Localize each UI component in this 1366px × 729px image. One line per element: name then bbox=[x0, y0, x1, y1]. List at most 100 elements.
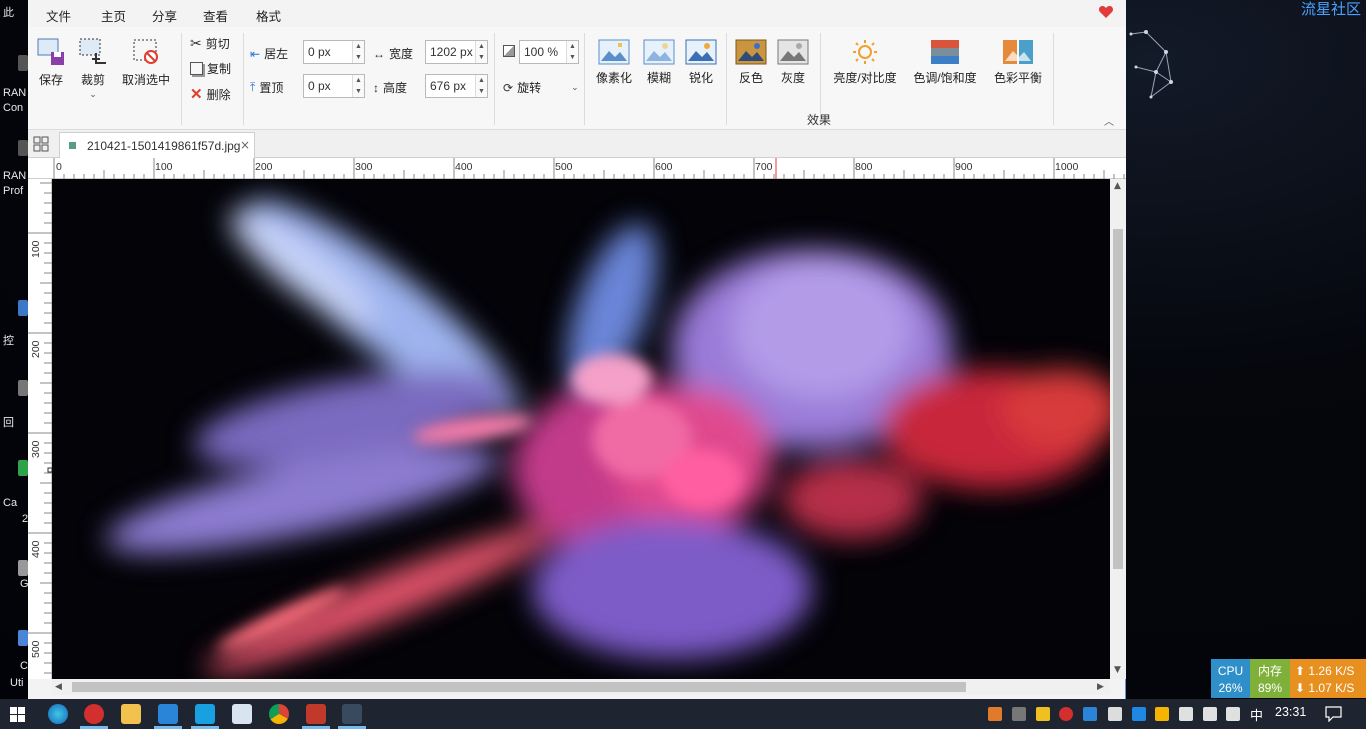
memory-meter: 内存 89% bbox=[1250, 659, 1290, 698]
scroll-down-icon[interactable]: ▼ bbox=[1114, 665, 1121, 675]
spin-arrows[interactable]: ▲ ▼ bbox=[352, 75, 364, 97]
desktop-app-icon[interactable] bbox=[18, 630, 28, 646]
desktop-label[interactable]: Prof bbox=[3, 185, 23, 197]
system-clock[interactable]: 23:31 bbox=[1275, 705, 1306, 719]
desktop-label[interactable]: C bbox=[20, 660, 28, 672]
brightness-contrast-button[interactable]: 亮度/对比度 bbox=[830, 39, 900, 86]
copy-label: 复制 bbox=[207, 62, 232, 76]
control-panel-icon[interactable] bbox=[18, 300, 28, 316]
security-shield-icon[interactable] bbox=[1155, 707, 1169, 721]
vertical-scrollbar[interactable]: ▲ ▼ bbox=[1110, 179, 1126, 679]
height-input[interactable]: 676 px ▲ ▼ bbox=[425, 74, 488, 98]
image-editor-taskbar-icon[interactable] bbox=[342, 704, 362, 724]
copy-button[interactable]: 复制 bbox=[190, 60, 231, 77]
notification-icon[interactable] bbox=[1325, 706, 1342, 722]
desktop-label[interactable]: 控 bbox=[3, 332, 14, 348]
scroll-thumb[interactable] bbox=[72, 682, 966, 692]
document-tab[interactable]: 210421-1501419861f57d.jpg × bbox=[59, 132, 255, 158]
tray-app-icon[interactable] bbox=[1083, 707, 1097, 721]
save-icon bbox=[37, 38, 64, 65]
scroll-right-icon[interactable]: ▶ bbox=[1097, 682, 1104, 692]
sun-icon bbox=[853, 40, 877, 64]
chevron-down-icon[interactable]: ⌄ bbox=[571, 82, 579, 93]
zoom-input[interactable]: 100 % ▲ ▼ bbox=[519, 40, 579, 64]
desktop-label[interactable]: Uti bbox=[10, 677, 23, 689]
notepad-icon[interactable] bbox=[232, 704, 252, 724]
tray-app-icon[interactable] bbox=[1132, 707, 1146, 721]
grayscale-button[interactable]: 灰度 bbox=[776, 39, 810, 86]
tray-app-icon[interactable] bbox=[1012, 707, 1026, 721]
qq-tray-icon[interactable] bbox=[1036, 707, 1050, 721]
netease-music-icon[interactable] bbox=[84, 704, 104, 724]
horizontal-scrollbar[interactable]: ◀ ▶ bbox=[52, 679, 1110, 695]
windows-start-icon[interactable] bbox=[10, 707, 25, 722]
hue-saturation-button[interactable]: 色调/饱和度 bbox=[910, 39, 980, 86]
cut-button[interactable]: ✂ 剪切 bbox=[190, 35, 230, 52]
volume-icon[interactable] bbox=[1226, 707, 1240, 721]
tab-view[interactable]: 查看 bbox=[203, 6, 228, 25]
desktop-label[interactable]: 回 bbox=[3, 414, 14, 430]
input-method-indicator[interactable]: 中 bbox=[1250, 705, 1263, 724]
taskbar: 中 23:31 bbox=[0, 699, 1366, 729]
file-explorer-icon[interactable] bbox=[121, 704, 141, 724]
app-icon[interactable] bbox=[195, 704, 215, 724]
tab-file[interactable]: 文件 bbox=[46, 6, 71, 25]
tray-app-icon[interactable] bbox=[988, 707, 1002, 721]
ruler-label: 200 bbox=[30, 340, 42, 358]
tray-app-icon[interactable] bbox=[1108, 707, 1122, 721]
pixelate-button[interactable]: 像素化 bbox=[594, 39, 634, 86]
spin-arrows[interactable]: ▲ ▼ bbox=[475, 41, 487, 63]
desktop-label[interactable]: Ca bbox=[3, 497, 17, 509]
rotate-button[interactable]: ⟳ 旋转 ⌄ bbox=[503, 79, 579, 96]
system-monitor-widget[interactable]: CPU 26% 内存 89% ⬆ 1.26 K/S ⬇ 1.07 K/S bbox=[1211, 659, 1366, 698]
netease-tray-icon[interactable] bbox=[1059, 707, 1073, 721]
spin-arrows[interactable]: ▲ ▼ bbox=[352, 41, 364, 63]
blur-button[interactable]: 模糊 bbox=[642, 39, 676, 86]
rotate-label: 旋转 bbox=[517, 81, 542, 95]
top-offset-input[interactable]: 0 px ▲ ▼ bbox=[303, 74, 365, 98]
desktop-app-icon[interactable] bbox=[18, 55, 28, 71]
scroll-thumb[interactable] bbox=[1113, 229, 1123, 569]
app-icon[interactable] bbox=[158, 704, 178, 724]
width-input[interactable]: 1202 px ▲ ▼ bbox=[425, 40, 488, 64]
grid-view-icon[interactable] bbox=[33, 136, 49, 152]
tab-share[interactable]: 分享 bbox=[152, 6, 177, 25]
image-canvas[interactable] bbox=[52, 179, 1110, 679]
close-tab-icon[interactable]: × bbox=[240, 138, 250, 152]
align-top-icon: ⤒ bbox=[250, 80, 256, 94]
save-button[interactable]: 保存 bbox=[36, 37, 66, 88]
ribbon-divider bbox=[243, 33, 244, 125]
recycle-bin-icon[interactable] bbox=[18, 380, 28, 396]
desktop-label[interactable]: 此 bbox=[3, 4, 14, 20]
chrome-icon[interactable] bbox=[269, 704, 289, 724]
edge-browser-icon[interactable] bbox=[48, 704, 68, 724]
desktop-app-icon[interactable] bbox=[18, 460, 28, 476]
heart-icon[interactable] bbox=[1098, 4, 1114, 20]
blur-label: 模糊 bbox=[646, 71, 671, 85]
crop-button[interactable]: 裁剪 ⌄ bbox=[78, 37, 108, 100]
app-icon[interactable] bbox=[306, 704, 326, 724]
desktop-label[interactable]: RAN bbox=[3, 170, 26, 182]
desktop-app-icon[interactable] bbox=[18, 560, 28, 576]
spin-arrows[interactable]: ▲ ▼ bbox=[475, 75, 487, 97]
tab-format[interactable]: 格式 bbox=[256, 6, 282, 29]
deselect-button[interactable]: 取消选中 bbox=[120, 37, 172, 88]
tab-home[interactable]: 主页 bbox=[101, 6, 126, 25]
battery-icon[interactable] bbox=[1179, 707, 1193, 721]
left-offset-input[interactable]: 0 px ▲ ▼ bbox=[303, 40, 365, 64]
sharpen-icon bbox=[685, 39, 717, 65]
spin-arrows[interactable]: ▲ ▼ bbox=[566, 41, 578, 63]
invert-button[interactable]: 反色 bbox=[734, 39, 768, 86]
scroll-left-icon[interactable]: ◀ bbox=[55, 682, 62, 692]
delete-button[interactable]: ✕ 删除 bbox=[190, 85, 231, 103]
menu-bar: 文件 主页 分享 查看 格式 bbox=[28, 0, 1126, 29]
chevron-down-icon[interactable]: ⌄ bbox=[78, 89, 108, 100]
scroll-up-icon[interactable]: ▲ bbox=[1114, 181, 1121, 191]
desktop-label[interactable]: Con bbox=[3, 102, 23, 114]
color-balance-button[interactable]: 色彩平衡 bbox=[990, 39, 1046, 86]
desktop-app-icon[interactable] bbox=[18, 140, 28, 156]
collapse-ribbon-icon[interactable]: ︿ bbox=[1104, 113, 1114, 128]
sharpen-button[interactable]: 锐化 bbox=[684, 39, 718, 86]
desktop-label[interactable]: RAN bbox=[3, 87, 26, 99]
network-icon[interactable] bbox=[1203, 707, 1217, 721]
